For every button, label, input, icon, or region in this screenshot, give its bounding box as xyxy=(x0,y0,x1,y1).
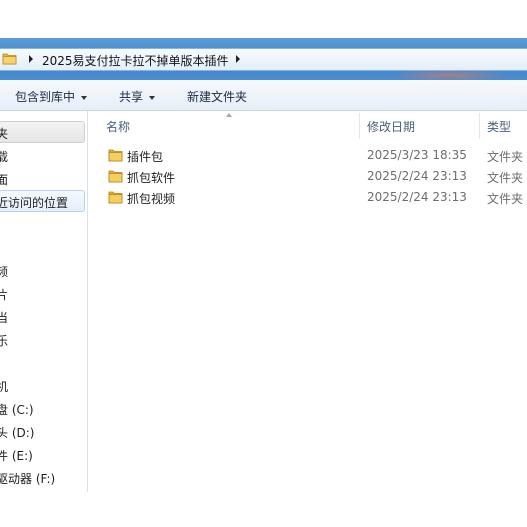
sort-ascending-icon xyxy=(226,113,232,117)
nav-item-downloads[interactable]: 载 xyxy=(0,148,8,165)
file-name: 抓包视频 xyxy=(127,192,176,206)
share-button[interactable]: 共享 xyxy=(119,88,156,105)
include-in-library-button[interactable]: 包含到库中 xyxy=(15,88,88,105)
new-folder-button[interactable]: 新建文件夹 xyxy=(187,88,247,105)
nav-item-drive-c[interactable]: 盘 (C:) xyxy=(0,401,34,418)
breadcrumb-current[interactable]: 2025易支付拉卡拉不掉单版本插件 xyxy=(42,52,229,69)
folder-icon xyxy=(2,53,17,65)
column-header-type[interactable]: 类型 xyxy=(487,118,511,135)
share-label: 共享 xyxy=(119,90,144,104)
column-header-name[interactable]: 名称 xyxy=(106,118,130,135)
file-name: 抓包软件 xyxy=(127,171,176,185)
window-title-strip xyxy=(0,0,527,38)
nav-item-drive-f[interactable]: 驱动器 (F:) xyxy=(0,470,55,487)
file-modified-date: 2025/3/23 18:35 xyxy=(367,148,467,162)
nav-item-drive-d[interactable]: 头 (D:) xyxy=(0,424,34,441)
file-name: 插件包 xyxy=(127,150,164,164)
breadcrumb-chevron-icon[interactable] xyxy=(29,55,33,63)
nav-item-pictures[interactable]: 片 xyxy=(0,286,8,303)
include-in-library-label: 包含到库中 xyxy=(15,90,76,104)
nav-item-videos[interactable]: 频 xyxy=(0,263,8,280)
folder-icon xyxy=(108,149,123,162)
folder-icon xyxy=(108,170,123,183)
nav-selection-highlight xyxy=(0,121,85,143)
nav-item-drive-e[interactable]: 件 (E:) xyxy=(0,447,33,464)
folder-icon xyxy=(108,191,123,204)
nav-item-music[interactable]: 乐 xyxy=(0,332,8,349)
column-divider[interactable] xyxy=(359,113,360,139)
column-divider[interactable] xyxy=(479,113,480,139)
nav-item-computer[interactable]: 机 xyxy=(0,378,8,395)
nav-item-favorites[interactable]: 夹 xyxy=(0,125,8,142)
nav-item-recent-places[interactable]: 近访问的位置 xyxy=(0,194,68,211)
bottom-strip xyxy=(0,492,527,527)
column-header-modified[interactable]: 修改日期 xyxy=(367,118,415,135)
navigation-pane: 夹 载 面 近访问的位置 频 片 当 乐 机 盘 (C:) 头 (D:) 件 (… xyxy=(0,111,88,492)
file-type: 文件夹 xyxy=(487,150,524,164)
breadcrumb-chevron-icon[interactable] xyxy=(236,55,240,63)
file-row[interactable]: 插件包 2025/3/23 18:35 文件夹 xyxy=(89,145,527,166)
file-row[interactable]: 抓包软件 2025/2/24 23:13 文件夹 xyxy=(89,166,527,187)
file-modified-date: 2025/2/24 23:13 xyxy=(367,169,467,183)
file-modified-date: 2025/2/24 23:13 xyxy=(367,190,467,204)
new-folder-label: 新建文件夹 xyxy=(187,90,248,104)
nav-item-documents[interactable]: 当 xyxy=(0,309,8,326)
nav-item-desktop[interactable]: 面 xyxy=(0,171,8,188)
chevron-down-icon xyxy=(149,95,156,100)
chevron-down-icon xyxy=(81,95,88,100)
file-type: 文件夹 xyxy=(487,192,524,206)
file-type: 文件夹 xyxy=(487,171,524,185)
file-row[interactable]: 抓包视频 2025/2/24 23:13 文件夹 xyxy=(89,187,527,208)
